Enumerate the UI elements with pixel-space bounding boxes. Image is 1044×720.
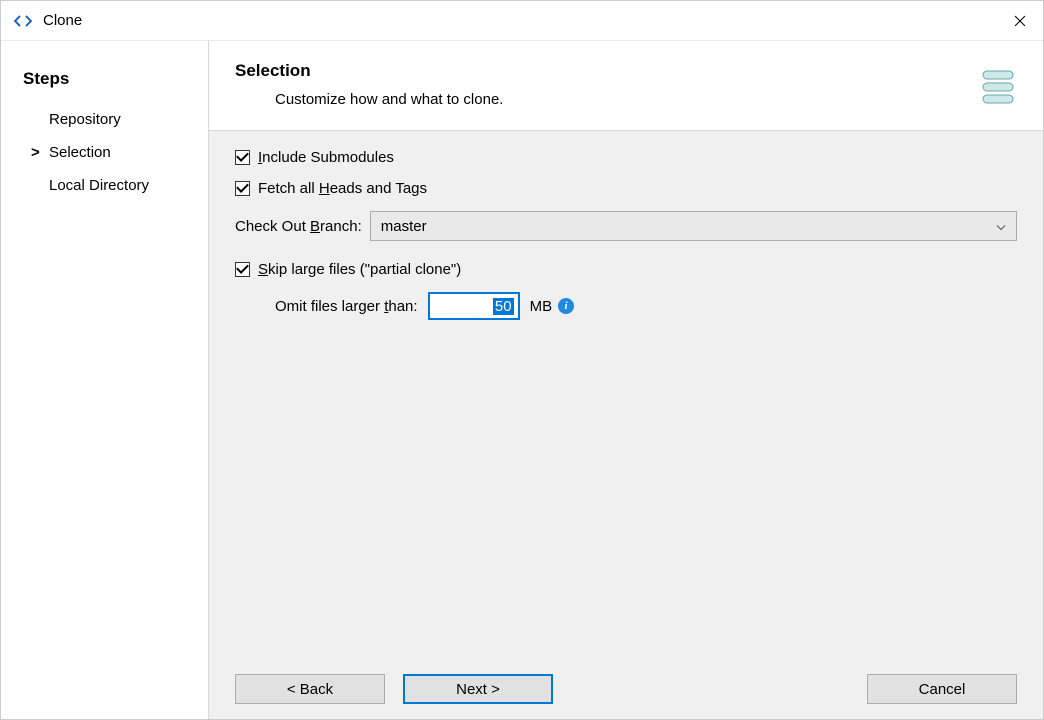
app-icon bbox=[13, 11, 33, 31]
branch-select-value: master bbox=[381, 218, 427, 235]
include-submodules-label[interactable]: Include Submodules bbox=[258, 149, 394, 166]
fetch-heads-tags-checkbox[interactable] bbox=[235, 181, 250, 196]
close-icon bbox=[1014, 15, 1026, 27]
skip-large-checkbox[interactable] bbox=[235, 262, 250, 277]
steps-sidebar: Steps Repository Selection Local Directo… bbox=[1, 41, 209, 719]
omit-size-unit: MB bbox=[530, 298, 553, 315]
branch-select[interactable]: master bbox=[370, 211, 1017, 241]
skip-large-label[interactable]: Skip large files ("partial clone") bbox=[258, 261, 461, 278]
titlebar: Clone bbox=[1, 1, 1043, 41]
omit-size-label: Omit files larger than: bbox=[275, 298, 418, 315]
omit-size-input[interactable]: 50 bbox=[428, 292, 520, 320]
back-button[interactable]: < Back bbox=[235, 674, 385, 704]
cancel-button[interactable]: Cancel bbox=[867, 674, 1017, 704]
body: Steps Repository Selection Local Directo… bbox=[1, 41, 1043, 719]
omit-size-row: Omit files larger than: 50 MB i bbox=[235, 292, 1017, 320]
include-submodules-row: Include Submodules bbox=[235, 149, 1017, 166]
step-local-directory[interactable]: Local Directory bbox=[31, 169, 208, 202]
fetch-heads-tags-row: Fetch all Heads and Tags bbox=[235, 180, 1017, 197]
footer: < Back Next > Cancel bbox=[209, 659, 1043, 719]
include-submodules-checkbox[interactable] bbox=[235, 150, 250, 165]
next-button[interactable]: Next > bbox=[403, 674, 553, 704]
omit-size-value: 50 bbox=[493, 298, 514, 315]
checkout-branch-row: Check Out Branch: master bbox=[235, 211, 1017, 241]
page-title: Selection bbox=[235, 61, 977, 81]
main-panel: Selection Customize how and what to clon… bbox=[209, 41, 1043, 719]
selection-icon bbox=[977, 67, 1017, 107]
clone-dialog: Clone Steps Repository Selection Local D… bbox=[0, 0, 1044, 720]
page-subtitle: Customize how and what to clone. bbox=[235, 91, 977, 108]
chevron-down-icon bbox=[996, 218, 1006, 235]
skip-large-row: Skip large files ("partial clone") bbox=[235, 261, 1017, 278]
steps-list: Repository Selection Local Directory bbox=[23, 103, 208, 202]
window-title: Clone bbox=[43, 12, 997, 29]
steps-heading: Steps bbox=[23, 69, 208, 89]
step-selection[interactable]: Selection bbox=[31, 136, 208, 169]
options-area: Include Submodules Fetch all Heads and T… bbox=[209, 130, 1043, 659]
fetch-heads-tags-label[interactable]: Fetch all Heads and Tags bbox=[258, 180, 427, 197]
step-repository[interactable]: Repository bbox=[31, 103, 208, 136]
page-header: Selection Customize how and what to clon… bbox=[209, 41, 1043, 130]
checkout-branch-label: Check Out Branch: bbox=[235, 218, 362, 235]
info-icon[interactable]: i bbox=[558, 298, 574, 314]
close-button[interactable] bbox=[997, 1, 1043, 41]
